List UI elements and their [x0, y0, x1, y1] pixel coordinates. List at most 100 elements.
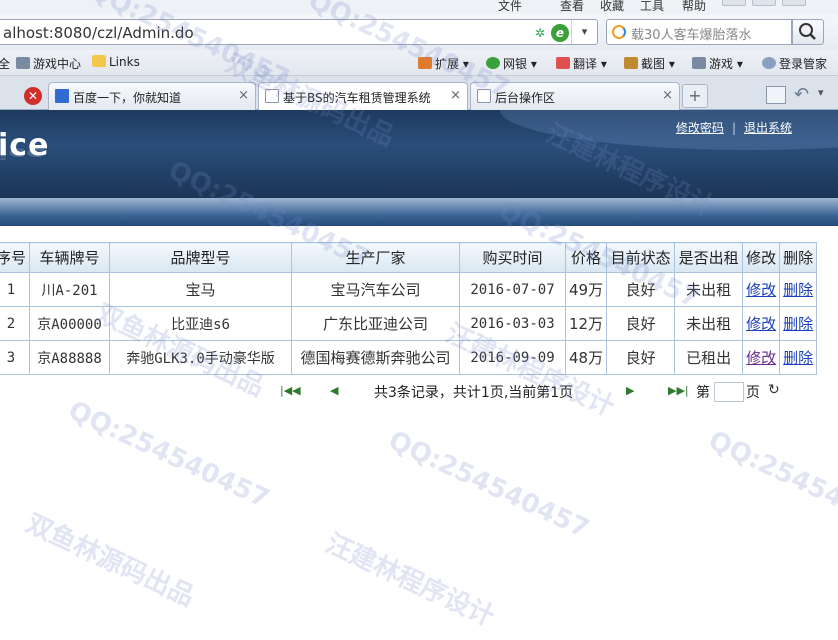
- prev-page-icon[interactable]: ◀: [330, 384, 338, 397]
- favorite-item[interactable]: 全: [0, 55, 10, 72]
- close-window-button[interactable]: [782, 0, 806, 6]
- table-row: 2 京A00000 比亚迪s6 广东比亚迪公司 2016-03-03 12万 良…: [0, 306, 818, 341]
- cell-rented: 未出租: [674, 272, 744, 307]
- col-price: 价格: [565, 242, 608, 273]
- col-edit: 修改: [742, 242, 781, 273]
- ie-engine-icon[interactable]: e: [551, 24, 569, 42]
- restore-tabs-icon[interactable]: [766, 86, 786, 104]
- puzzle-icon: [418, 57, 432, 69]
- cell-plate: 川A-201: [29, 272, 111, 307]
- header-band: [0, 198, 838, 226]
- delete-link[interactable]: 删除: [783, 349, 813, 367]
- edit-link[interactable]: 修改: [746, 349, 776, 367]
- cell-status: 良好: [606, 340, 676, 375]
- menu-favorites[interactable]: 收藏: [600, 0, 624, 14]
- cell-date: 2016-03-03: [459, 306, 567, 341]
- tab-admin-area[interactable]: 后台操作区 ×: [470, 82, 680, 110]
- search-field[interactable]: 载30人客车爆胎落水: [606, 19, 792, 45]
- tool-banking[interactable]: 网银 ▾: [486, 55, 537, 72]
- page-icon: [265, 89, 279, 103]
- favorite-links[interactable]: Links: [92, 55, 140, 69]
- edit-link[interactable]: 修改: [746, 281, 776, 299]
- tab-baidu[interactable]: 百度一下，你就知道 ×: [48, 82, 256, 110]
- cell-edit: 修改: [742, 306, 781, 341]
- cell-model: 比亚迪s6: [109, 306, 293, 341]
- tool-translate[interactable]: 翻译 ▾: [556, 55, 607, 72]
- tool-login-manager[interactable]: 登录管家: [762, 55, 827, 72]
- menu-view[interactable]: 查看: [560, 0, 584, 14]
- menu-file[interactable]: 文件: [498, 0, 522, 14]
- tab-bar: ✕ 百度一下，你就知道 × 基于BS的汽车租赁管理系统 × 后台操作区 × + …: [0, 76, 838, 111]
- tool-screenshot[interactable]: 截图 ▾: [624, 55, 675, 72]
- page-icon: [477, 89, 491, 103]
- close-all-icon[interactable]: ✕: [24, 87, 42, 105]
- tab-close-button[interactable]: ×: [662, 88, 673, 103]
- security-icon[interactable]: ✲: [531, 24, 549, 42]
- watermark: 汪建林程序设计: [321, 528, 499, 633]
- refresh-icon[interactable]: ↻: [768, 382, 780, 398]
- url-dropdown-icon[interactable]: ▾: [571, 20, 597, 44]
- first-page-icon[interactable]: |◀◀: [280, 384, 301, 397]
- cell-index: 1: [0, 272, 31, 307]
- baidu-paw-icon: [55, 89, 69, 103]
- url-text[interactable]: alhost:8080/czl/Admin.do: [3, 24, 194, 42]
- watermark: QQ:254540457: [703, 425, 838, 545]
- cell-delete: 删除: [779, 272, 818, 307]
- last-page-icon[interactable]: ▶▶|: [668, 384, 689, 397]
- folder-icon: [92, 55, 106, 67]
- cell-date: 2016-07-07: [459, 272, 567, 307]
- table-row: 3 京A88888 奔驰GLK3.0手动豪华版 德国梅赛德斯奔驰公司 2016-…: [0, 340, 818, 375]
- col-model: 品牌型号: [109, 242, 293, 273]
- tab-close-button[interactable]: ×: [450, 88, 461, 103]
- watermark: QQ:254540457: [63, 395, 274, 515]
- col-plate: 车辆牌号: [29, 242, 111, 273]
- cell-date: 2016-09-09: [459, 340, 567, 375]
- car-table: 序号 车辆牌号 品牌型号 生产厂家 购买时间 价格 目前状态 是否出租 修改 删…: [0, 242, 818, 375]
- col-index: 序号: [0, 242, 31, 273]
- address-bar[interactable]: alhost:8080/czl/Admin.do ✲ e ▾: [0, 19, 598, 45]
- tab-car-rental-system[interactable]: 基于BS的汽车租赁管理系统 ×: [258, 82, 468, 111]
- col-maker: 生产厂家: [291, 242, 461, 273]
- table-header-row: 序号 车辆牌号 品牌型号 生产厂家 购买时间 价格 目前状态 是否出租 修改 删…: [0, 242, 818, 273]
- tool-games[interactable]: 游戏 ▾: [692, 55, 743, 72]
- cell-edit: 修改: [742, 272, 781, 307]
- col-delete: 删除: [779, 242, 818, 273]
- col-rented: 是否出租: [674, 242, 744, 273]
- key-icon: [762, 57, 776, 69]
- delete-link[interactable]: 删除: [783, 315, 813, 333]
- cell-plate: 京A00000: [29, 306, 111, 341]
- cell-plate: 京A88888: [29, 340, 111, 375]
- change-password-link[interactable]: 修改密码: [676, 121, 724, 135]
- delete-link[interactable]: 删除: [783, 281, 813, 299]
- watermark: QQ:254540457: [383, 425, 594, 545]
- search-input[interactable]: 载30人客车爆胎落水: [631, 24, 752, 43]
- favorite-game-center[interactable]: 游戏中心: [16, 55, 81, 72]
- cell-price: 49万: [565, 272, 608, 307]
- back-arrow-icon[interactable]: ↶: [794, 84, 809, 105]
- chevron-down-icon[interactable]: ▾: [818, 86, 824, 99]
- tab-close-button[interactable]: ×: [238, 88, 249, 103]
- search-button[interactable]: [792, 19, 824, 45]
- cell-delete: 删除: [779, 306, 818, 341]
- next-page-icon[interactable]: ▶: [626, 384, 634, 397]
- header-links: 修改密码 | 退出系统: [675, 121, 792, 135]
- page-number-input[interactable]: [714, 382, 744, 402]
- new-tab-button[interactable]: +: [682, 84, 708, 108]
- cell-delete: 删除: [779, 340, 818, 375]
- edit-link[interactable]: 修改: [746, 315, 776, 333]
- menu-help[interactable]: 帮助: [682, 0, 706, 14]
- cell-maker: 广东比亚迪公司: [291, 306, 461, 341]
- menu-tools[interactable]: 工具: [640, 0, 664, 14]
- tool-extensions[interactable]: 扩展 ▾: [418, 55, 469, 72]
- goto-prefix: 第: [696, 385, 710, 401]
- minimize-button[interactable]: [722, 0, 746, 6]
- cell-price: 48万: [565, 340, 608, 375]
- cell-index: 3: [0, 340, 31, 375]
- maximize-button[interactable]: [752, 0, 776, 6]
- browser-menu-bar: 文件 查看 收藏 工具 帮助: [0, 0, 838, 14]
- cell-maker: 宝马汽车公司: [291, 272, 461, 307]
- table-row: 1 川A-201 宝马 宝马汽车公司 2016-07-07 49万 良好 未出租…: [0, 272, 818, 307]
- goto-suffix: 页: [746, 385, 760, 401]
- cell-index: 2: [0, 306, 31, 341]
- logout-link[interactable]: 退出系统: [744, 121, 792, 135]
